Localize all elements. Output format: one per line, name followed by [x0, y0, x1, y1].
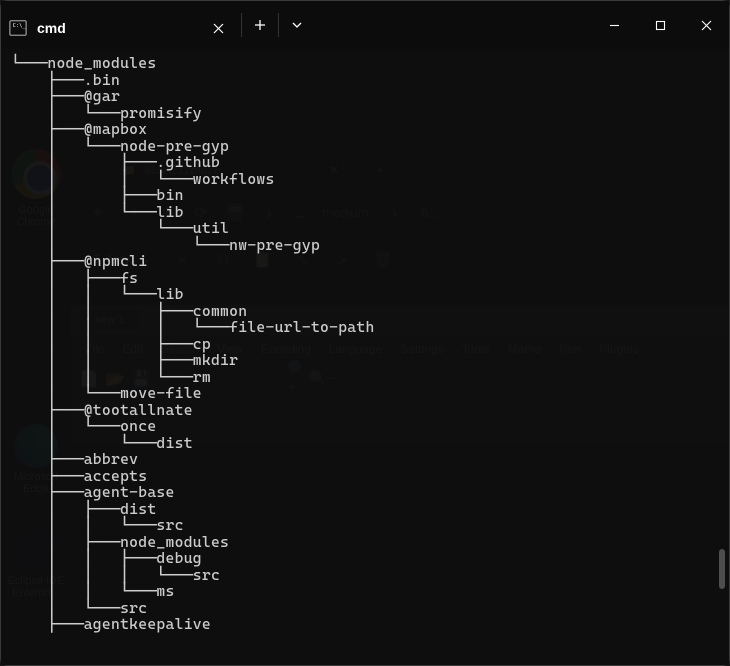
tab-title: cmd [37, 20, 207, 36]
close-window-button[interactable] [683, 1, 729, 49]
terminal-body[interactable]: └───node_modules ├───.bin ├───@gar │ └──… [1, 49, 729, 665]
maximize-button[interactable] [637, 1, 683, 49]
terminal-tab[interactable]: C:\_ cmd [1, 7, 241, 49]
scrollbar-track[interactable] [719, 49, 727, 657]
new-tab-button[interactable] [242, 1, 278, 49]
cmd-icon: C:\_ [9, 19, 27, 37]
titlebar: C:\_ cmd [1, 1, 729, 49]
tab-close-button[interactable] [207, 17, 229, 39]
svg-text:C:\_: C:\_ [13, 23, 27, 29]
window-controls [591, 1, 729, 49]
tab-dropdown-button[interactable] [278, 13, 314, 37]
scrollbar-thumb[interactable] [719, 549, 725, 589]
tree-output: └───node_modules ├───.bin ├───@gar │ └──… [11, 55, 719, 633]
minimize-button[interactable] [591, 1, 637, 49]
